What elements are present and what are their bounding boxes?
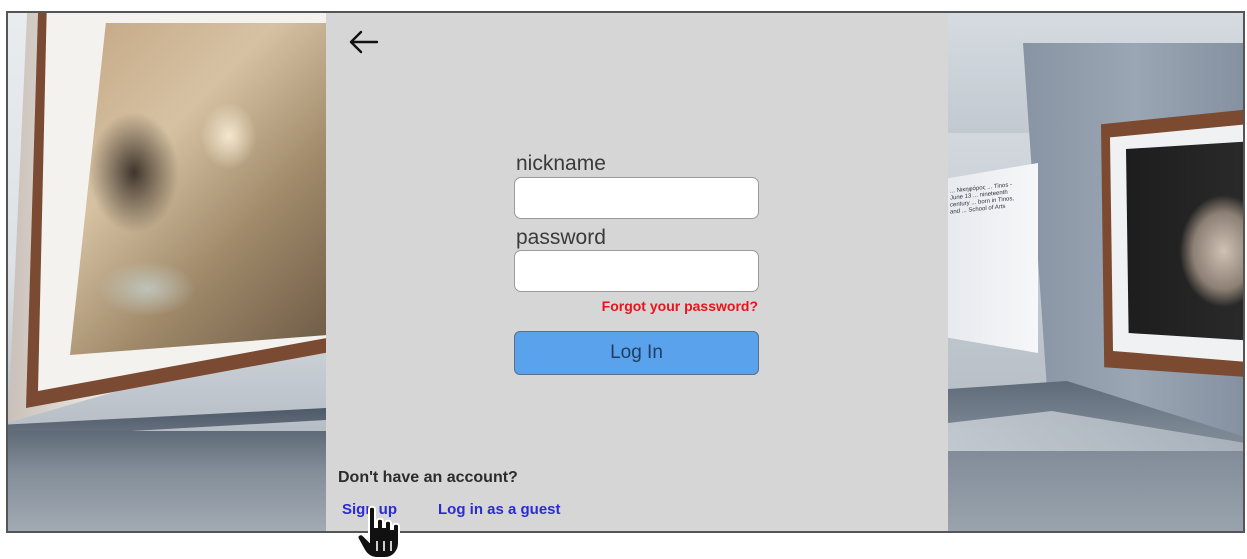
guest-login-link[interactable]: Log in as a guest: [438, 501, 561, 518]
login-button[interactable]: Log In: [514, 331, 759, 375]
nickname-input[interactable]: [514, 177, 759, 219]
painting-lute-player: [70, 23, 326, 355]
painting-portrait: [1126, 141, 1243, 341]
right-gallery-scene: ... Νικηφόρος ... Tinos - June 13 ... ni…: [948, 13, 1243, 531]
arrow-left-icon: [349, 30, 379, 54]
back-button[interactable]: [346, 27, 380, 57]
forgot-password-link[interactable]: Forgot your password?: [558, 298, 758, 314]
login-panel: nickname password Forgot your password? …: [326, 13, 948, 531]
no-account-text: Don't have an account?: [338, 469, 518, 486]
nickname-label: nickname: [516, 152, 606, 175]
password-input[interactable]: [514, 250, 759, 292]
hand-pointer-icon: [356, 505, 400, 559]
left-floor: [8, 431, 326, 531]
left-gallery-scene: [8, 13, 326, 531]
password-label: password: [516, 226, 606, 249]
gallery-viewport: ... Νικηφόρος ... Tinos - June 13 ... ni…: [6, 11, 1245, 533]
